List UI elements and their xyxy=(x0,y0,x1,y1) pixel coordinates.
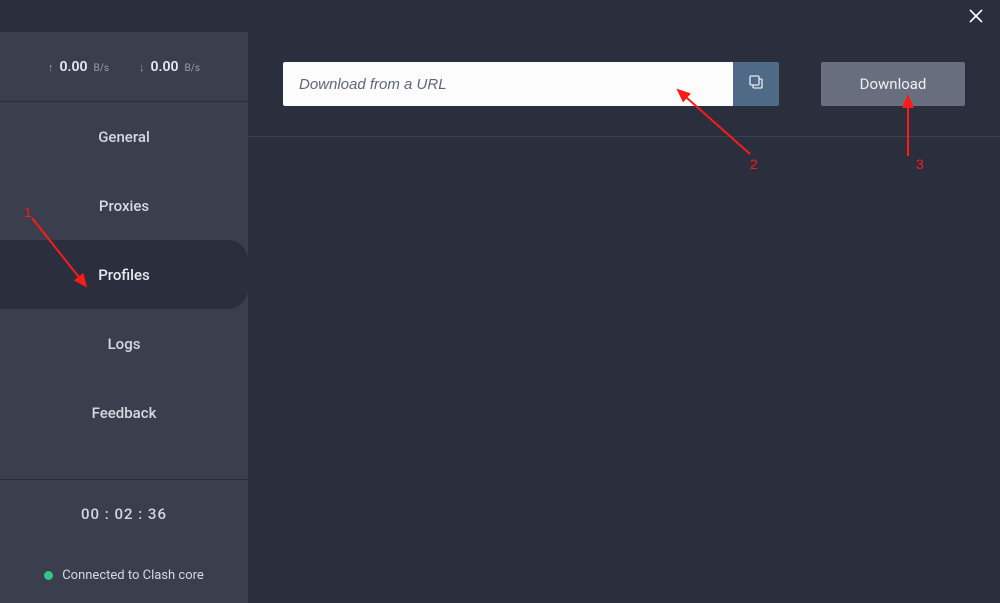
sidebar-item-label: Profiles xyxy=(98,266,150,284)
url-input-wrap xyxy=(283,62,779,106)
status-dot-icon xyxy=(44,571,53,580)
paste-button[interactable] xyxy=(733,62,779,106)
url-row: Download xyxy=(283,62,965,106)
status-text: Connected to Clash core xyxy=(62,568,204,583)
download-button[interactable]: Download xyxy=(821,62,965,106)
sidebar-item-proxies[interactable]: Proxies xyxy=(0,171,248,240)
titlebar xyxy=(0,0,1000,32)
upload-unit: B/s xyxy=(93,63,109,74)
copy-icon xyxy=(747,73,765,95)
uptime-display: 00 : 02 : 36 xyxy=(0,479,248,548)
download-arrow-icon: ↓ xyxy=(139,61,145,74)
download-stat: ↓ 0.00 B/s xyxy=(139,59,200,75)
connection-status: Connected to Clash core xyxy=(0,548,248,603)
content-divider xyxy=(248,136,1000,137)
sidebar: ↑ 0.00 B/s ↓ 0.00 B/s General Proxies Pr… xyxy=(0,32,248,603)
upload-arrow-icon: ↑ xyxy=(48,61,54,74)
sidebar-item-label: General xyxy=(98,128,150,146)
sidebar-item-feedback[interactable]: Feedback xyxy=(0,378,248,447)
upload-value: 0.00 xyxy=(59,59,87,75)
download-value: 0.00 xyxy=(151,59,179,75)
sidebar-item-label: Logs xyxy=(108,335,141,353)
main-content: Download xyxy=(248,32,1000,603)
upload-stat: ↑ 0.00 B/s xyxy=(48,59,109,75)
sidebar-item-label: Feedback xyxy=(92,404,157,422)
sidebar-item-logs[interactable]: Logs xyxy=(0,309,248,378)
uptime-value: 00 : 02 : 36 xyxy=(81,505,167,523)
close-icon[interactable] xyxy=(964,4,988,28)
sidebar-item-profiles[interactable]: Profiles xyxy=(0,240,248,309)
sidebar-item-label: Proxies xyxy=(99,197,149,215)
url-input[interactable] xyxy=(283,62,733,106)
sidebar-item-general[interactable]: General xyxy=(0,102,248,171)
download-button-label: Download xyxy=(860,75,927,93)
download-unit: B/s xyxy=(184,63,200,74)
sidebar-nav: General Proxies Profiles Logs Feedback xyxy=(0,102,248,479)
network-stats: ↑ 0.00 B/s ↓ 0.00 B/s xyxy=(0,32,248,102)
